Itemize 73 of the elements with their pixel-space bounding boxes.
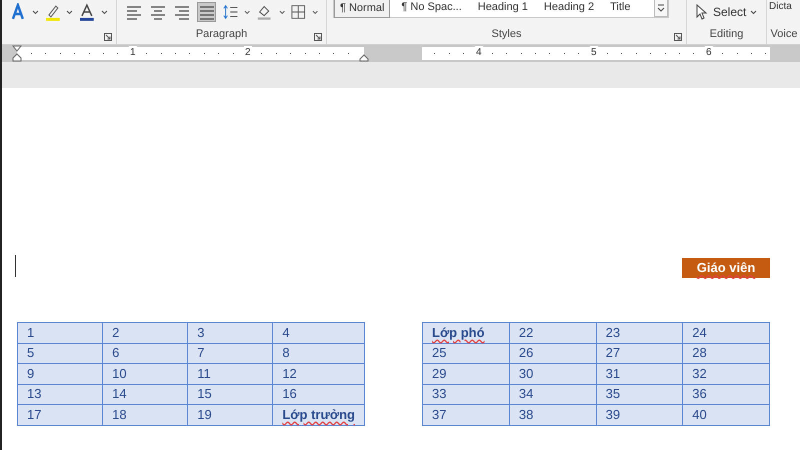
table-cell: 8	[272, 343, 364, 364]
style-option[interactable]: ¶ No Spac...	[396, 0, 467, 18]
font-color-icon[interactable]	[79, 3, 96, 21]
style-option[interactable]: Title	[605, 0, 636, 18]
table-cell: 12	[272, 364, 364, 384]
pointer-icon	[695, 4, 709, 20]
table-cell: 11	[188, 364, 273, 384]
table-cell: 17	[18, 404, 103, 425]
table-cell: 32	[682, 364, 770, 384]
table-cell: 37	[422, 404, 510, 425]
caret-icon	[750, 10, 758, 14]
shading-bucket-icon[interactable]	[256, 3, 273, 21]
table-cell: 15	[188, 384, 273, 404]
group-label: Paragraph	[196, 26, 248, 42]
indent-marker-icon[interactable]	[12, 45, 22, 62]
table-cell: 14	[102, 384, 188, 404]
borders-icon[interactable]	[291, 4, 306, 20]
table-cell: 2	[102, 322, 188, 343]
table-cell: 1	[18, 322, 103, 343]
dictate-button[interactable]: Dicta	[769, 0, 792, 14]
table-cell: 13	[18, 384, 103, 404]
group-label: Voice	[770, 26, 798, 42]
table-cell: 34	[509, 384, 596, 404]
table-cell: 9	[18, 364, 103, 384]
table-cell: 16	[272, 384, 364, 404]
style-option[interactable]: Heading 1	[472, 0, 533, 18]
table-cell: 24	[682, 322, 770, 343]
table-cell: 3	[188, 322, 273, 343]
caret-icon[interactable]	[312, 10, 318, 14]
caret-icon[interactable]	[101, 10, 108, 14]
caret-icon[interactable]	[278, 10, 286, 14]
table-cell: 6	[102, 343, 188, 364]
line-spacing-icon[interactable]	[222, 3, 238, 21]
table-cell: 22	[509, 322, 596, 343]
table-cell: 30	[509, 364, 596, 384]
highlighter-icon[interactable]	[44, 3, 60, 21]
table-cell: 38	[509, 404, 596, 425]
style-option[interactable]: ¶ Normal	[334, 0, 390, 18]
group-label: Styles	[492, 26, 522, 42]
table-cell: 31	[596, 364, 683, 384]
justify-button[interactable]	[197, 2, 216, 22]
caret-icon[interactable]	[244, 10, 250, 14]
table-cell: 26	[509, 343, 596, 364]
dialog-launcher-icon[interactable]	[674, 33, 682, 41]
table-cell: 28	[682, 343, 770, 364]
style-option[interactable]: Heading 2	[538, 0, 600, 18]
table-cell: 23	[596, 322, 683, 343]
table-cell: 27	[596, 343, 683, 364]
table-cell: Lớp trưởng	[272, 404, 364, 425]
table-cell: 10	[102, 364, 188, 384]
table-cell: 33	[422, 384, 510, 404]
label-box: Giáo viên	[682, 258, 770, 278]
table-cell: 39	[596, 404, 683, 425]
dialog-launcher-icon[interactable]	[314, 33, 322, 41]
table-cell: 35	[596, 384, 683, 404]
table-cell: 36	[682, 384, 770, 404]
table-cell: 7	[188, 343, 273, 364]
table-cell: 40	[682, 404, 770, 425]
gallery-more-icon[interactable]	[654, 0, 668, 17]
table-cell: 5	[18, 343, 103, 364]
select-button[interactable]: Select	[695, 3, 758, 21]
dialog-launcher-icon[interactable]	[104, 33, 112, 41]
text-cursor	[15, 255, 16, 277]
text-effects-icon[interactable]	[10, 3, 26, 21]
caret-icon[interactable]	[32, 10, 39, 14]
table-cell: 4	[272, 322, 364, 343]
table-cell: Lớp phó	[422, 322, 510, 343]
table-cell: 18	[102, 404, 188, 425]
caret-icon[interactable]	[66, 10, 74, 14]
table-cell: 19	[188, 404, 273, 425]
group-label: Editing	[710, 26, 744, 42]
table-cell: 29	[422, 364, 510, 384]
table-cell: 25	[422, 343, 510, 364]
